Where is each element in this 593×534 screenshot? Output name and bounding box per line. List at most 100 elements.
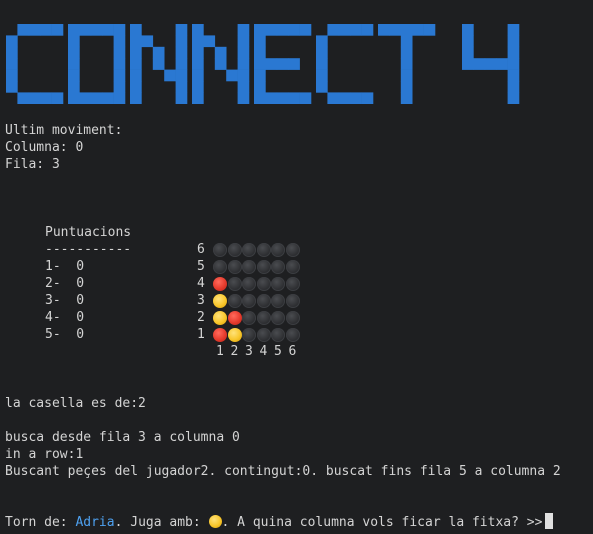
banner-pixel [400,46,413,59]
empty-slot [242,260,256,274]
column-question: . A quina columna vols ficar la fitxa? >… [221,515,543,530]
banner-pixel [254,24,266,36]
turn-prefix: Torn de: [5,515,76,530]
banner-pixel [288,58,300,70]
banner-pixel [350,24,362,36]
banner-pixel [288,24,300,36]
banner-pixel [507,24,520,36]
cell-owner-line: la casella es de:2 [5,396,146,411]
banner-pixel [316,46,328,59]
banner-pixel [17,24,30,36]
empty-slot [285,328,300,342]
score-row: 3- 0 [45,293,85,308]
banner-pixel [361,92,374,104]
banner-pixel [400,92,413,104]
empty-slot [271,328,285,342]
banner-pixel [226,69,238,82]
empty-slot [256,243,271,257]
last-move-row: Fila: 3 [5,157,60,172]
banner-pixel [462,46,474,59]
board-column-label: 4 [259,344,268,359]
banner-pixel [113,24,126,36]
banner-pixel [175,92,188,104]
board-column-label: 6 [288,344,297,359]
empty-slot [227,260,242,274]
empty-slot [256,311,271,325]
banner-pixel [288,92,300,104]
banner-pixel [316,35,328,48]
banner-pixel [237,69,250,82]
banner-pixel [164,69,176,82]
empty-slot [242,243,256,257]
banner-pixel [51,24,64,36]
turn-prompt[interactable]: Torn de: Adria. Juga amb: . A quina colu… [5,513,554,531]
board-row-label: 3 [197,293,205,308]
board-column-label: 3 [245,344,253,359]
yellow-disc-icon [208,515,222,528]
board-row-label: 1 [197,327,205,342]
banner-pixel [237,24,250,36]
banner-pixel [484,58,497,70]
banner-pixel [130,46,142,59]
banner-pixel [192,35,204,48]
banner-pixel [254,35,266,48]
banner-pixel [400,35,413,48]
terminal-window: Ultim moviment: Columna: 0 Fila: 3 Puntu… [0,0,593,534]
banner-pixel [6,46,18,59]
banner-pixel [68,81,80,93]
banner-pixel [316,69,328,82]
banner-pixel [113,35,126,48]
score-row: 4- 0 [45,310,85,325]
banner-pixel [327,92,340,104]
banner-pixel [79,92,92,104]
banner-pixel [276,92,289,104]
banner-pixel [6,81,18,93]
banner-pixel [141,35,154,48]
banner-pixel [17,92,30,104]
banner-pixel [400,81,413,93]
banner-pixel [473,58,486,70]
empty-slot [271,294,285,308]
banner-pixel [338,24,351,36]
empty-slot [227,243,242,257]
banner-pixel [327,24,340,36]
empty-slot [271,260,285,274]
empty-slot [213,260,227,274]
empty-slot [271,243,285,257]
banner-pixel [462,58,474,70]
banner-pixel [68,46,80,59]
banner-pixel [40,92,52,104]
banner-pixel [68,58,80,70]
banner-pixel [113,46,126,59]
banner-pixel [237,81,250,93]
banner-pixel [254,92,266,104]
banner-pixel [507,35,520,48]
banner-pixel [68,24,80,36]
empty-slot [227,294,242,308]
banner-pixel [192,69,204,82]
banner-pixel [400,69,413,82]
banner-pixel [203,35,216,48]
terminal-cursor[interactable] [545,513,554,529]
empty-slot [271,311,285,325]
banner-pixel [276,24,289,36]
board-column-label: 1 [216,344,224,359]
banner-pixel [237,46,250,59]
banner-pixel [316,81,328,93]
banner-pixel [6,58,18,70]
empty-slot [256,328,271,342]
banner-pixel [237,92,250,104]
board-column-label: 5 [274,344,282,359]
banner-pixel [130,35,142,48]
banner-pixel [299,24,312,36]
banner-pixel [90,92,103,104]
banner-pixel [192,81,204,93]
banner-pixel [412,24,424,36]
banner-pixel [152,46,165,59]
banner-pixel [102,24,114,36]
banner-pixel [6,35,18,48]
plays-with-label: . Juga amb: [114,515,209,530]
banner-pixel [462,24,474,36]
banner-pixel [130,81,142,93]
banner-pixel [175,58,188,70]
